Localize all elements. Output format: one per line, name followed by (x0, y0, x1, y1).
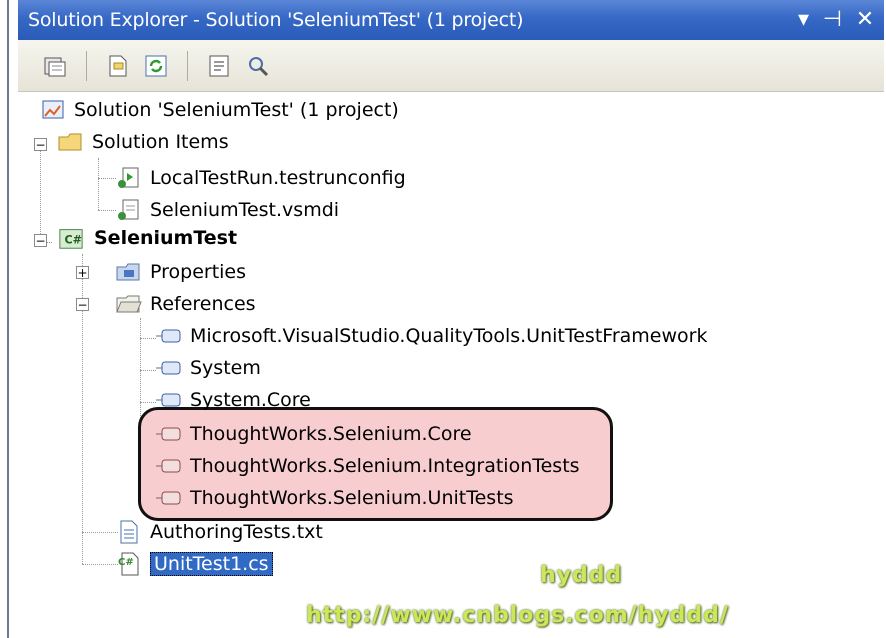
tree-item-reference[interactable]: ThoughtWorks.Selenium.Core (156, 418, 472, 450)
folder-icon (58, 129, 84, 155)
tree-line (98, 178, 116, 179)
collapse-project-toggle[interactable]: − (34, 234, 47, 247)
tree-item-label: Solution Items (92, 131, 229, 153)
toolbar-separator (187, 50, 188, 81)
tree-item-label: ThoughtWorks.Selenium.IntegrationTests (190, 455, 580, 477)
tree-item-label: SeleniumTest (94, 227, 238, 249)
tree-item-label: AuthoringTests.txt (150, 521, 323, 543)
window-title: Solution Explorer - Solution 'SeleniumTe… (28, 9, 524, 31)
tree-item-properties[interactable]: Properties (116, 256, 246, 288)
tree-item-label: Properties (150, 261, 247, 283)
properties-folder-icon (116, 259, 142, 285)
reference-icon (156, 453, 182, 479)
tree-item-label: ThoughtWorks.Selenium.UnitTests (190, 487, 514, 509)
svg-text:C#: C# (118, 557, 134, 568)
view-code-icon (209, 55, 229, 76)
reference-icon (156, 421, 182, 447)
open-folder-icon (116, 291, 142, 317)
tree-item-solution-items[interactable]: Solution Items (58, 126, 229, 158)
tree-line (98, 158, 99, 210)
solution-icon (40, 97, 66, 123)
tree-item-reference[interactable]: System (156, 352, 261, 384)
toolbar (18, 40, 884, 92)
collapse-solution-items-toggle[interactable]: − (34, 138, 47, 151)
view-class-diagram-icon (249, 56, 269, 76)
tree-item-label: References (150, 293, 256, 315)
tree-item-file[interactable]: LocalTestRun.testrunconfig (116, 162, 406, 194)
dropdown-icon[interactable]: ▾ (798, 0, 809, 40)
vsmdi-icon (116, 197, 142, 223)
tree-item-label: Solution 'SeleniumTest' (1 project) (74, 99, 399, 121)
tree-line (140, 338, 156, 339)
properties-icon (44, 57, 66, 76)
tree-item-file[interactable]: AuthoringTests.txt (116, 516, 323, 548)
expand-properties-toggle[interactable]: + (76, 266, 89, 279)
watermark-author: hyddd (540, 563, 623, 588)
collapse-references-toggle[interactable]: − (76, 298, 89, 311)
tree-item-label: System.Core (190, 389, 311, 411)
window-left-border (0, 0, 9, 638)
tree-item-reference[interactable]: System.Core (156, 384, 311, 416)
csharp-project-icon: C# (58, 225, 84, 251)
close-icon[interactable]: ✕ (856, 0, 874, 40)
watermark-url: http://www.cnblogs.com/hyddd/ (306, 603, 729, 628)
tree-item-label-selected: UnitTest1.cs (150, 552, 273, 576)
show-all-files-icon (109, 55, 127, 76)
tree-item-project[interactable]: C# SeleniumTest (58, 222, 237, 254)
window-controls: ▾ ⊣ ✕ (798, 0, 874, 40)
tree-item-reference[interactable]: ThoughtWorks.Selenium.UnitTests (156, 482, 514, 514)
title-bar: Solution Explorer - Solution 'SeleniumTe… (18, 0, 884, 40)
view-code-button[interactable] (204, 51, 234, 81)
toolbar-separator (86, 50, 87, 81)
reference-icon (156, 485, 182, 511)
tree-item-solution[interactable]: Solution 'SeleniumTest' (1 project) (40, 94, 399, 126)
svg-text:C#: C# (65, 234, 83, 247)
tree-item-label: Microsoft.VisualStudio.QualityTools.Unit… (190, 325, 708, 347)
tree-line (40, 150, 41, 242)
refresh-icon (145, 55, 167, 76)
tree-item-reference[interactable]: Microsoft.VisualStudio.QualityTools.Unit… (156, 320, 707, 352)
tree-item-references[interactable]: References (116, 288, 256, 320)
csharp-file-icon: C# (116, 551, 142, 577)
properties-button[interactable] (40, 51, 70, 81)
reference-icon (156, 323, 182, 349)
tree-line (140, 370, 156, 371)
tree-item-label: LocalTestRun.testrunconfig (150, 167, 406, 189)
tree-line (82, 564, 118, 565)
testrunconfig-icon (116, 165, 142, 191)
reference-icon (156, 387, 182, 413)
text-file-icon (116, 519, 142, 545)
tree-line (140, 402, 156, 403)
refresh-button[interactable] (141, 51, 171, 81)
show-all-files-button[interactable] (103, 51, 133, 81)
tree-item-label: System (190, 357, 261, 379)
solution-tree: − − + − Solution 'SeleniumTest' (1 proje… (18, 92, 884, 638)
tree-item-label: ThoughtWorks.Selenium.Core (190, 423, 472, 445)
pin-icon[interactable]: ⊣ (823, 0, 842, 40)
tree-item-reference[interactable]: ThoughtWorks.Selenium.IntegrationTests (156, 450, 580, 482)
reference-icon (156, 355, 182, 381)
tree-item-file[interactable]: C# UnitTest1.cs (116, 548, 273, 580)
tree-item-label: SeleniumTest.vsmdi (150, 199, 340, 221)
tree-line (98, 210, 116, 211)
tree-line (82, 532, 118, 533)
view-class-diagram-button[interactable] (242, 51, 272, 81)
